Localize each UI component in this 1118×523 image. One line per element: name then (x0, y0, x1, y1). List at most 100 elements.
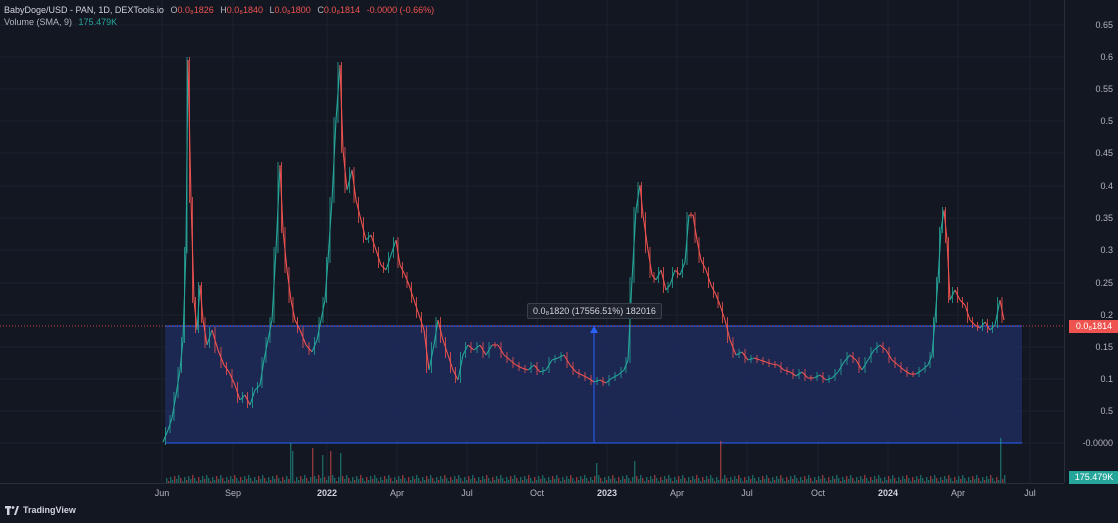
volume-bar (622, 476, 624, 483)
volume-bar (248, 475, 250, 483)
volume-bar (612, 475, 614, 483)
close-label: C (317, 5, 324, 15)
volume-bar (818, 476, 820, 483)
symbol-legend[interactable]: BabyDoge/USD - PAN, 1D, DEXTools.io O0.0… (4, 5, 438, 16)
time-tick-label: Jul (461, 488, 473, 498)
low-value: 0.0₈1800 (274, 5, 311, 15)
volume-bar (584, 475, 586, 483)
volume-bar (822, 475, 824, 483)
volume-bar (596, 463, 598, 483)
volume-value: 175.479K (78, 17, 118, 27)
volume-bar (1004, 475, 1006, 483)
tradingview-brand: TradingView (23, 505, 76, 515)
volume-bar (318, 475, 320, 483)
volume-bar (482, 476, 484, 483)
volume-bar (1000, 438, 1002, 483)
volume-bar (454, 476, 456, 483)
volume-bar (322, 455, 324, 483)
time-tick-label: 2023 (596, 488, 618, 498)
volume-bar (262, 475, 264, 483)
volume-bar (664, 476, 666, 483)
candlestick-chart[interactable] (0, 0, 1064, 483)
volume-bar (220, 475, 222, 483)
price-tick-label: 0.35 (1095, 213, 1113, 223)
volume-bar (412, 476, 414, 483)
volume-bar (426, 476, 428, 483)
volume-bar (720, 441, 722, 483)
close-value: 0.0₈1814 (323, 5, 361, 15)
volume-bar (230, 476, 232, 483)
volume-bar (916, 476, 918, 483)
volume-bar (444, 475, 446, 483)
volume-bar (244, 476, 246, 483)
volume-bar (234, 475, 236, 483)
volume-bar (850, 475, 852, 483)
symbol-meta: - PAN, 1D, DEXTools.io (67, 5, 164, 15)
price-tick-label: 0.65 (1095, 20, 1113, 30)
time-tick-label: Sep (224, 488, 242, 498)
time-scale[interactable]: Jun Sep 2022 Apr Jul Oct 2023 Apr Jul Oct 2024 Apr J… (0, 483, 1064, 501)
volume-bar (468, 476, 470, 483)
tradingview-logo[interactable]: TradingView (5, 505, 76, 515)
volume-bar (692, 476, 694, 483)
volume-bar (678, 476, 680, 483)
time-tick-label: Jul (1024, 488, 1036, 498)
price-tick-label: 0.45 (1095, 148, 1113, 158)
volume-bar (342, 476, 344, 483)
volume-bar (286, 476, 288, 483)
volume-bar (986, 476, 988, 483)
price-tick-label: 0.25 (1095, 278, 1113, 288)
volume-bar (832, 476, 834, 483)
volume-bar (542, 475, 544, 483)
volume-bar (906, 475, 908, 483)
volume-bar (724, 475, 726, 483)
volume-bar (458, 475, 460, 483)
volume-bar (608, 476, 610, 483)
volume-bar (864, 475, 866, 483)
volume-bar (430, 475, 432, 483)
volume-bar (402, 475, 404, 483)
volume-bar (514, 475, 516, 483)
volume-bar (944, 476, 946, 483)
price-tick-label: 0.5 (1100, 116, 1113, 126)
footer: TradingView (0, 500, 1118, 523)
volume-bar (920, 475, 922, 483)
volume-bar (972, 476, 974, 483)
change-value: -0.0000 (-0.66%) (366, 5, 435, 15)
high-value: 0.0₈1840 (226, 5, 263, 15)
symbol-pair: BabyDoge/USD (4, 5, 68, 15)
volume-bar (654, 475, 656, 483)
volume-bar (696, 475, 698, 483)
volume-bars (166, 438, 1006, 483)
volume-bar (340, 453, 342, 483)
volume-badge: 175.479K (1069, 471, 1118, 484)
volume-bar (762, 476, 764, 483)
volume-bar (292, 451, 294, 483)
volume-bar (300, 476, 302, 483)
price-tick-label: 0.15 (1095, 342, 1113, 352)
volume-bar (496, 476, 498, 483)
volume-bar (276, 475, 278, 483)
volume-bar (892, 475, 894, 483)
time-tick-label: Jul (741, 488, 753, 498)
volume-bar (710, 475, 712, 483)
volume-bar (570, 475, 572, 483)
volume-bar (808, 475, 810, 483)
volume-bar (682, 475, 684, 483)
time-tick-label: Apr (669, 488, 685, 498)
volume-bar (668, 475, 670, 483)
volume-bar (206, 475, 208, 483)
volume-bar (524, 476, 526, 483)
high-label: H (220, 5, 227, 15)
volume-bar (706, 476, 708, 483)
volume-bar (598, 475, 600, 483)
volume-bar (748, 476, 750, 483)
volume-bar (178, 475, 180, 483)
volume-bar (528, 475, 530, 483)
chart-pane[interactable]: BabyDoge/USD - PAN, 1D, DEXTools.io O0.0… (0, 0, 1064, 483)
price-scale[interactable]: 0.65 0.6 0.55 0.5 0.45 0.4 0.35 0.3 0.25 0.2 0.15 0… (1064, 0, 1118, 484)
volume-legend[interactable]: Volume (SMA, 9) 175.479K (4, 17, 121, 28)
price-tick-label: 0.5 (1100, 406, 1113, 416)
volume-bar (580, 476, 582, 483)
tradingview-logo-icon (5, 505, 19, 515)
